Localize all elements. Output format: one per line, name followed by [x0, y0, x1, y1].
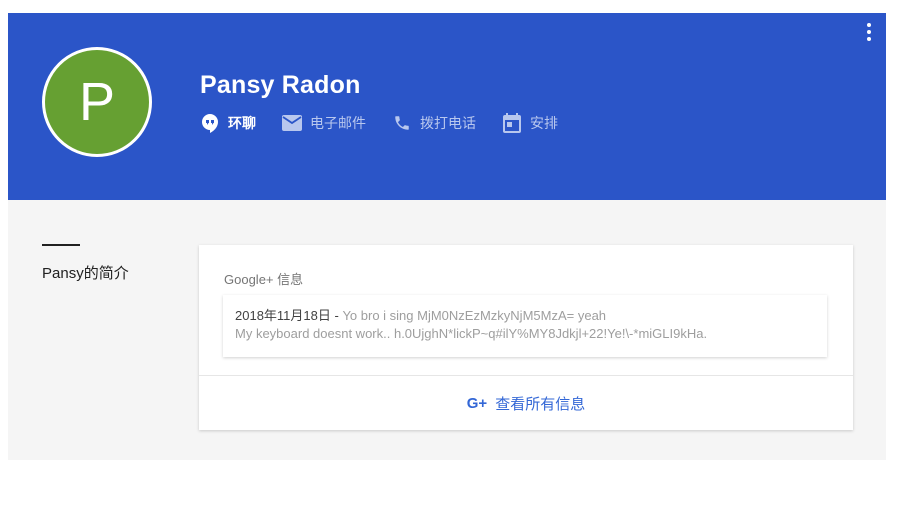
hangouts-label: 环聊 — [228, 115, 256, 131]
hangouts-button[interactable]: 环聊 — [200, 113, 256, 133]
post-date: 2018年11月18日 — [235, 308, 331, 323]
email-label: 电子邮件 — [310, 115, 366, 131]
post-text-2: My keyboard doesnt work.. h.0UjghN*lickP… — [235, 326, 708, 341]
call-label: 拨打电话 — [420, 115, 476, 131]
about-heading: Pansy的简介 — [42, 265, 129, 282]
action-bar: 环聊 电子邮件 拨打电话 安排 — [200, 113, 584, 133]
section-divider — [42, 244, 80, 246]
schedule-label: 安排 — [530, 115, 558, 131]
email-button[interactable]: 电子邮件 — [282, 113, 366, 133]
email-icon — [282, 113, 302, 133]
post-line-2: My keyboard doesnt work.. h.0UjghN*lickP… — [235, 325, 815, 343]
post-text-1: Yo bro i sing MjM0NzEzMzkyNjM5MzA= yeah — [342, 308, 607, 323]
google-plus-icon: G+ — [466, 394, 488, 412]
call-button[interactable]: 拨打电话 — [392, 113, 476, 133]
phone-icon — [392, 113, 412, 133]
contact-card: P Pansy Radon 环聊 电子邮件 拨打电话 安排 Pansy的简介 G… — [8, 13, 886, 460]
view-all-posts-link[interactable]: G+ 查看所有信息 — [199, 376, 853, 430]
hangouts-icon — [200, 113, 220, 133]
calendar-icon — [502, 113, 522, 133]
google-plus-title: Google+ 信息 — [224, 272, 304, 287]
avatar: P — [42, 47, 152, 157]
google-plus-card: Google+ 信息 2018年11月18日 - Yo bro i sing M… — [199, 245, 853, 430]
post-line-1: 2018年11月18日 - Yo bro i sing MjM0NzEzMzky… — [235, 307, 815, 325]
profile-header: P Pansy Radon 环聊 电子邮件 拨打电话 安排 — [8, 13, 886, 200]
schedule-button[interactable]: 安排 — [502, 113, 558, 133]
more-options-icon[interactable] — [862, 23, 876, 45]
post-separator: - — [330, 308, 343, 323]
profile-name: Pansy Radon — [200, 71, 361, 99]
post-item[interactable]: 2018年11月18日 - Yo bro i sing MjM0NzEzMzky… — [223, 295, 827, 357]
view-all-label: 查看所有信息 — [495, 395, 586, 413]
